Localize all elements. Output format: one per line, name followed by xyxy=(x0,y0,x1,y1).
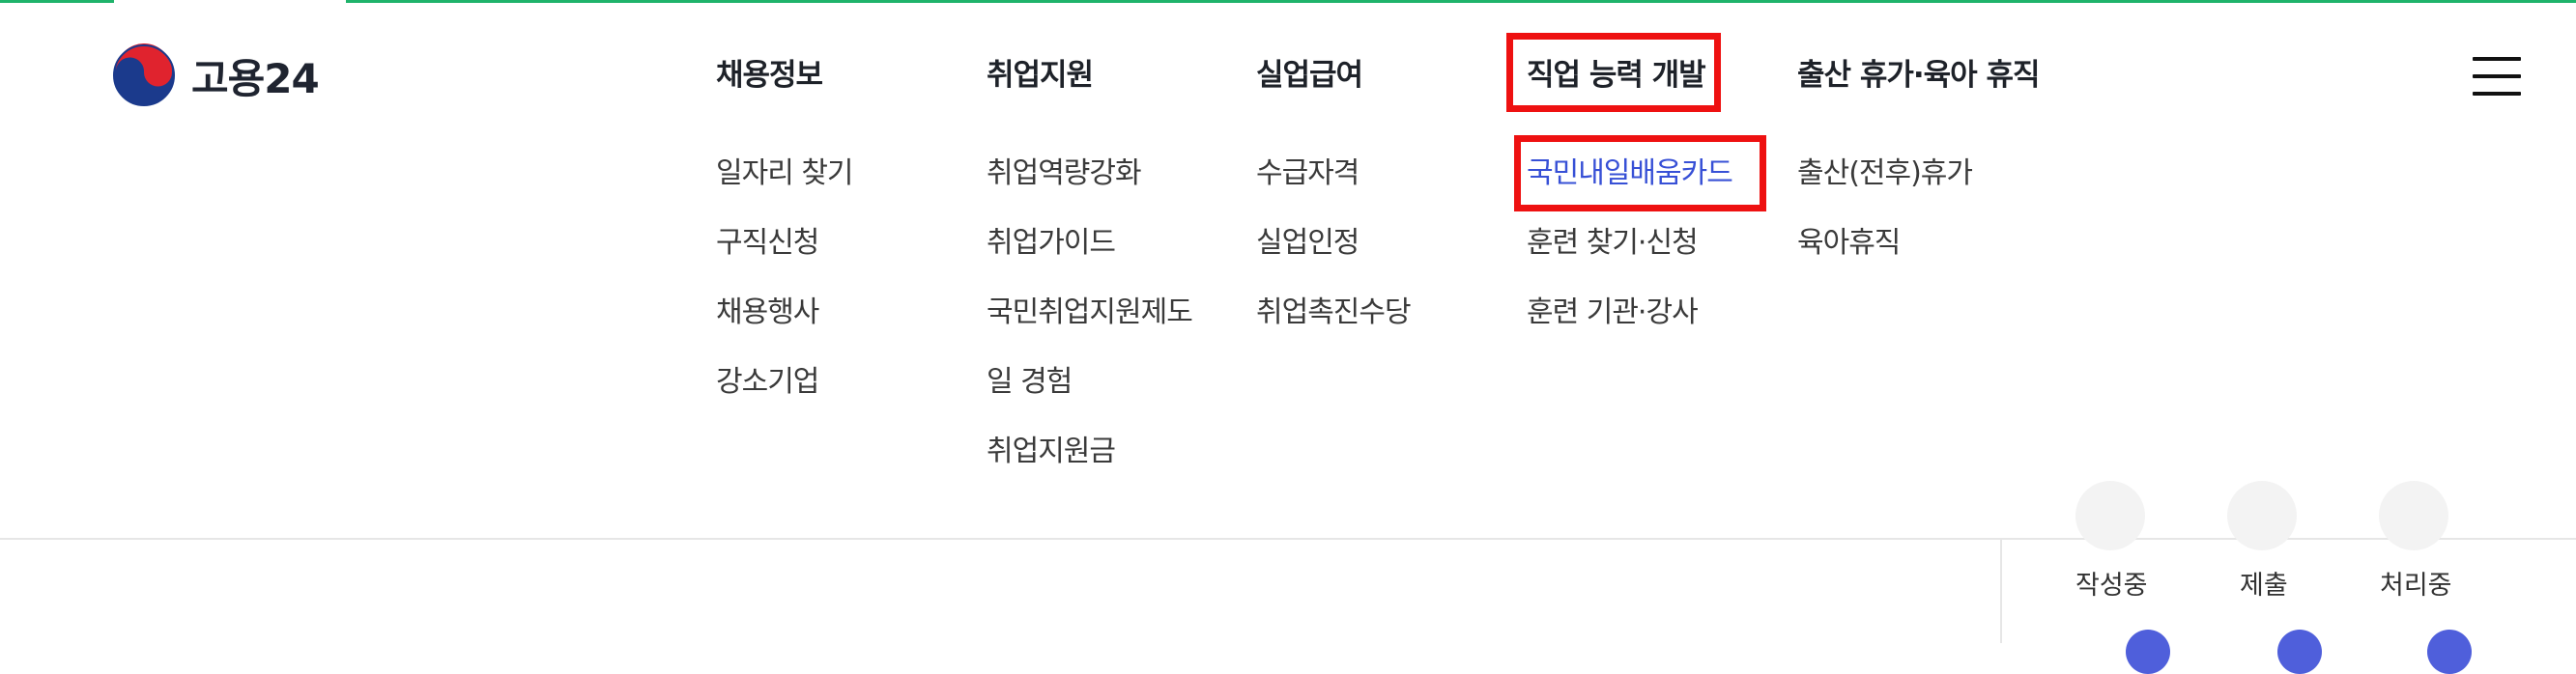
nav-item-find-jobs[interactable]: 일자리 찾기 xyxy=(716,153,854,195)
hamburger-menu-icon[interactable] xyxy=(2473,57,2521,96)
nav-item-reemployment-allowance[interactable]: 취업촉진수당 xyxy=(1256,292,1412,334)
nav-heading-vocational-training[interactable]: 직업 능력 개발 xyxy=(1527,54,1706,97)
nav-item-national-employment-support[interactable]: 국민취업지원제도 xyxy=(987,292,1193,334)
status-dot-icon xyxy=(2126,630,2170,674)
nav-heading-unemployment-benefits[interactable]: 실업급여 xyxy=(1256,54,1363,97)
nav-item-hiring-events[interactable]: 채용행사 xyxy=(716,292,819,334)
nav-item-find-training[interactable]: 훈련 찾기·신청 xyxy=(1527,222,1699,265)
nav-item-employability[interactable]: 취업역량강화 xyxy=(987,153,1142,195)
taegeuk-logo-icon xyxy=(113,43,175,106)
nav-heading-employment-support[interactable]: 취업지원 xyxy=(987,54,1094,97)
step-circle-icon xyxy=(2075,481,2145,550)
status-label-processing: 처리중 xyxy=(2380,571,2452,601)
nav-item-work-experience[interactable]: 일 경험 xyxy=(987,361,1073,404)
nav-heading-maternity-parental-leave[interactable]: 출산 휴가·육아 휴직 xyxy=(1797,54,2041,97)
header-accent-bar xyxy=(346,0,2576,3)
nav-heading-recruitment[interactable]: 채용정보 xyxy=(716,54,823,97)
status-dot-icon xyxy=(2427,630,2472,674)
nav-item-parental-leave[interactable]: 육아휴직 xyxy=(1797,222,1901,265)
nav-item-unemployment-recognition[interactable]: 실업인정 xyxy=(1256,222,1360,265)
nav-item-job-application[interactable]: 구직신청 xyxy=(716,222,819,265)
site-logo[interactable]: 고용24 xyxy=(112,42,320,108)
nav-item-employment-guide[interactable]: 취업가이드 xyxy=(987,222,1116,265)
header-accent-bar xyxy=(0,0,114,3)
step-circle-icon xyxy=(2227,481,2297,550)
nav-item-employment-subsidy[interactable]: 취업지원금 xyxy=(987,431,1116,473)
nav-item-small-strong-companies[interactable]: 강소기업 xyxy=(716,361,819,404)
status-dot-icon xyxy=(2277,630,2322,674)
step-circle-icon xyxy=(2379,481,2448,550)
status-label-submitted: 제출 xyxy=(2240,571,2288,601)
logo-text: 고용24 xyxy=(191,54,320,102)
status-label-drafting: 작성중 xyxy=(2075,571,2148,601)
nav-item-eligibility[interactable]: 수급자격 xyxy=(1256,153,1360,195)
nav-item-learning-card[interactable]: 국민내일배움카드 xyxy=(1527,153,1733,195)
nav-item-maternity-leave[interactable]: 출산(전후)휴가 xyxy=(1797,153,1973,195)
nav-item-training-institutions[interactable]: 훈련 기관·강사 xyxy=(1527,292,1699,334)
